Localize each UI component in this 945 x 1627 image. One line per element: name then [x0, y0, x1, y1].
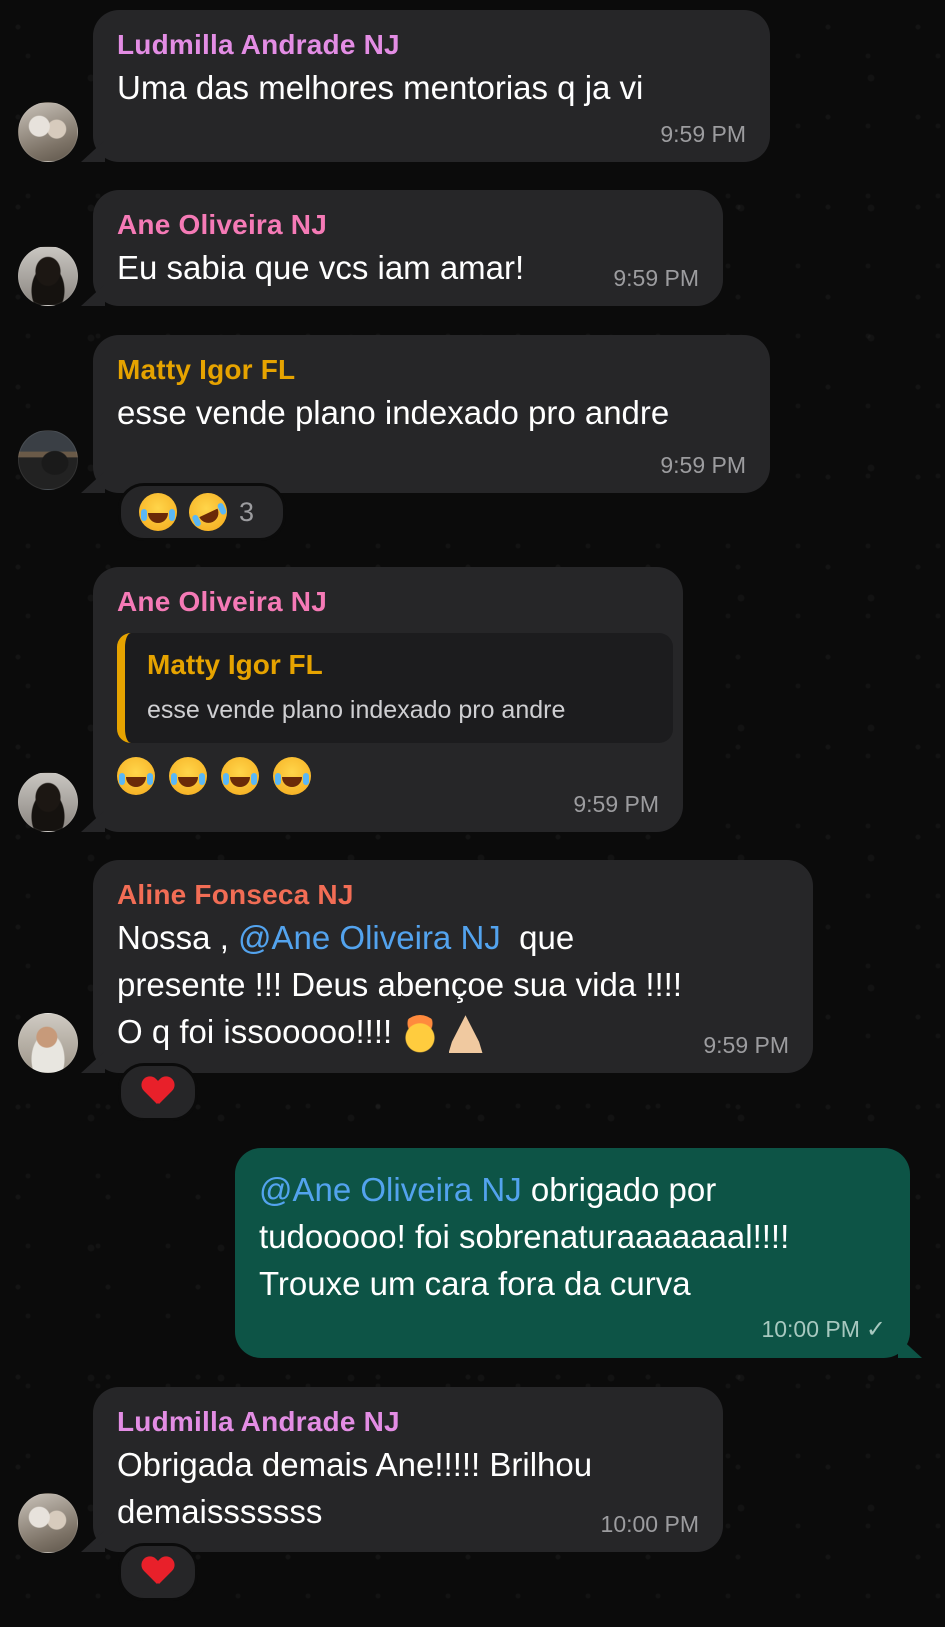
avatar-aline[interactable]	[18, 1013, 78, 1073]
message-time: 9:59 PM	[660, 121, 746, 147]
message-time: 9:59 PM	[660, 452, 746, 478]
rolling-on-the-floor-laughing-icon	[182, 486, 234, 538]
avatar-ane[interactable]	[18, 246, 78, 306]
quoted-text: esse vende plano indexado pro andre	[147, 696, 566, 724]
avatar-ane[interactable]	[18, 772, 78, 832]
message-time: 9:59 PM	[613, 265, 699, 291]
mention-link[interactable]: @Ane Oliveira NJ	[238, 919, 501, 956]
message-bubble[interactable]: Ane Oliveira NJ Eu sabia que vcs iam ama…	[93, 190, 723, 306]
message-bubble[interactable]: Ane Oliveira NJ Matty Igor FL esse vende…	[93, 567, 683, 832]
message-text-line: tudooooo! foi sobrenaturaaaaaaal!!!!	[259, 1218, 790, 1255]
mention-link[interactable]: @Ane Oliveira NJ	[259, 1171, 522, 1208]
message-text-line: Obrigada demais Ane!!!!! Brilhou	[117, 1446, 593, 1483]
message-bubble[interactable]: Matty Igor FL esse vende plano indexado …	[93, 335, 770, 493]
sender-name: Ane Oliveira NJ	[117, 209, 327, 240]
message-text: esse vende plano indexado pro andre	[117, 394, 670, 431]
text-segment: obrigado por	[521, 1171, 717, 1208]
reactions-bar[interactable]	[118, 1063, 198, 1121]
reactions-bar[interactable]	[118, 1543, 198, 1601]
folded-hands-icon	[448, 1015, 483, 1054]
reactions-bar[interactable]: 3	[118, 483, 286, 541]
avatar-ludmilla[interactable]	[18, 102, 78, 162]
avatar-ludmilla[interactable]	[18, 1493, 78, 1553]
message-time: 9:59 PM	[703, 1032, 789, 1058]
face-with-tears-of-joy-icon	[139, 493, 177, 531]
single-check-icon: ✓	[865, 1316, 886, 1343]
face-with-tears-of-joy-icon	[117, 757, 155, 795]
message-text: @Ane Oliveira NJ obrigado por	[259, 1166, 886, 1213]
quoted-sender: Matty Igor FL	[147, 649, 323, 680]
sender-name: Aline Fonseca NJ	[117, 879, 354, 910]
message-text: Nossa , @Ane Oliveira NJ que	[117, 914, 789, 961]
chat-background: Ludmilla Andrade NJ Uma das melhores men…	[0, 0, 945, 1627]
message-text-line: O q foi issooooo!!!!	[117, 1008, 789, 1055]
message-time: 10:00 PM	[600, 1511, 699, 1537]
face-with-tears-of-joy-icon	[273, 757, 311, 795]
quoted-message[interactable]: Matty Igor FL esse vende plano indexado …	[117, 633, 673, 743]
sender-name: Matty Igor FL	[117, 354, 296, 385]
face-with-tears-of-joy-icon	[221, 757, 259, 795]
message-time: 10:00 PM ✓	[761, 1315, 886, 1344]
avatar-matty[interactable]	[18, 430, 78, 490]
sender-name: Ludmilla Andrade NJ	[117, 29, 400, 60]
text-segment: O q foi issooooo!!!!	[117, 1013, 393, 1050]
message-text: Eu sabia que vcs iam amar!	[117, 249, 525, 286]
message-text-line: Trouxe um cara fora da curva	[259, 1265, 691, 1302]
outgoing-message-bubble[interactable]: @Ane Oliveira NJ obrigado por tudooooo! …	[235, 1148, 910, 1358]
text-segment: Nossa ,	[117, 919, 239, 956]
red-heart-icon	[142, 1077, 174, 1107]
emoji-row	[117, 757, 673, 795]
message-bubble[interactable]: Ludmilla Andrade NJ Obrigada demais Ane!…	[93, 1387, 723, 1552]
message-time: 9:59 PM	[573, 791, 659, 817]
sender-name: Ane Oliveira NJ	[117, 586, 327, 617]
message-text-line: presente !!! Deus abençoe sua vida !!!!	[117, 966, 683, 1003]
exploding-head-icon	[401, 1015, 440, 1054]
message-bubble[interactable]: Aline Fonseca NJ Nossa , @Ane Oliveira N…	[93, 860, 813, 1073]
message-text: Uma das melhores mentorias q ja vi	[117, 69, 644, 106]
text-segment: que	[500, 919, 575, 956]
sender-name: Ludmilla Andrade NJ	[117, 1406, 400, 1437]
red-heart-icon	[142, 1557, 174, 1587]
reaction-count: 3	[239, 496, 255, 527]
message-bubble[interactable]: Ludmilla Andrade NJ Uma das melhores men…	[93, 10, 770, 162]
face-with-tears-of-joy-icon	[169, 757, 207, 795]
time-label: 10:00 PM	[761, 1316, 860, 1342]
